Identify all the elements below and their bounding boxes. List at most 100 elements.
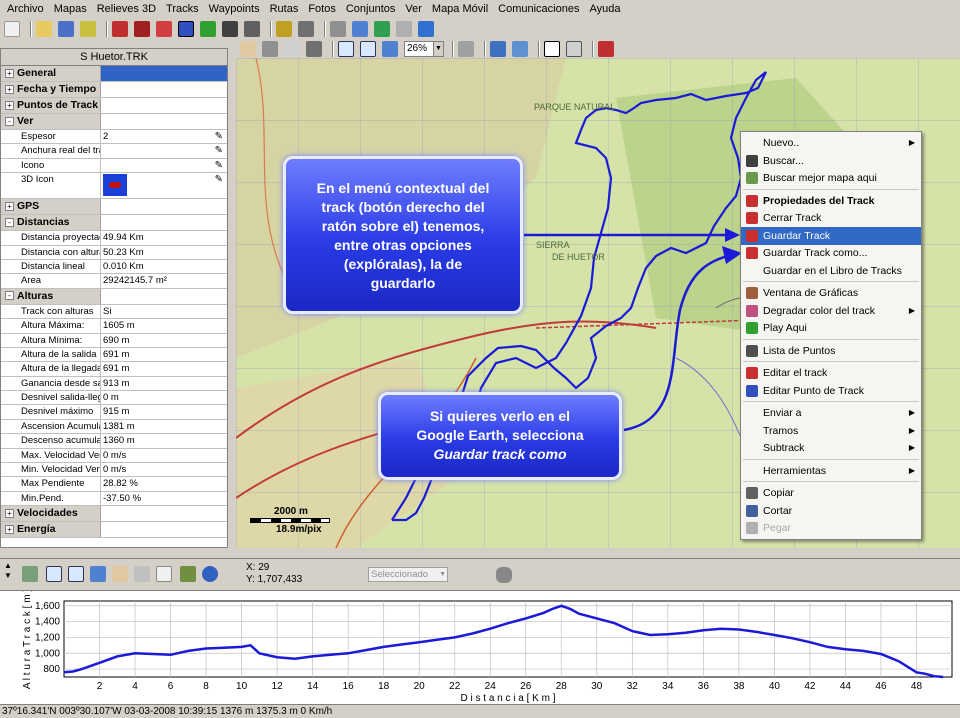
context-menu-item[interactable]: Tramos ▶ bbox=[741, 422, 921, 440]
menu-item-11[interactable]: Ayuda bbox=[584, 0, 625, 18]
elevation-profile[interactable]: 800 1,000 1,200 1,400 1,600 2 4 6 8 10 12 14 16 18 20 2… bbox=[0, 589, 960, 705]
photo-icon[interactable] bbox=[298, 21, 314, 37]
menu-item-10[interactable]: Comunicaciones bbox=[493, 0, 584, 18]
collapse-icon[interactable]: - bbox=[5, 217, 14, 227]
select-icon[interactable] bbox=[262, 41, 278, 57]
expand-icon[interactable]: + bbox=[5, 508, 14, 518]
menu-item-2[interactable]: Relieves 3D bbox=[92, 0, 161, 18]
menu-item-7[interactable]: Conjuntos bbox=[341, 0, 401, 18]
context-menu-item[interactable]: Guardar en el Libro de Tracks bbox=[741, 262, 921, 280]
series-select[interactable]: Seleccionado ▼ bbox=[368, 567, 448, 582]
property-group[interactable]: + General bbox=[1, 66, 227, 82]
zoom-in-icon[interactable] bbox=[338, 41, 354, 57]
property-row[interactable]: Ganancia desde salida913 m bbox=[1, 376, 227, 392]
context-menu-item[interactable]: Cortar bbox=[741, 502, 921, 520]
property-value[interactable]: 49.94 Km bbox=[101, 231, 227, 244]
property-value[interactable]: ✎ bbox=[101, 144, 227, 157]
property-row[interactable]: Area 29242145.7 m² bbox=[1, 274, 227, 289]
property-value[interactable]: 691 m bbox=[101, 362, 227, 375]
zoom-in-icon[interactable] bbox=[46, 566, 62, 582]
property-row[interactable]: Distancia con alturas 50.23 Km bbox=[1, 245, 227, 260]
menu-item-0[interactable]: Archivo bbox=[2, 0, 49, 18]
pencil-icon[interactable]: ✎ bbox=[215, 144, 223, 157]
excel-icon[interactable] bbox=[374, 21, 390, 37]
property-value[interactable] bbox=[101, 522, 227, 538]
pointer-icon[interactable] bbox=[156, 566, 172, 582]
property-value[interactable] bbox=[101, 82, 227, 97]
hand-pan-icon[interactable] bbox=[112, 566, 128, 582]
property-group[interactable]: + Fecha y Tiempo bbox=[1, 82, 227, 98]
property-row[interactable]: Max. Velocidad Vertical0 m/s bbox=[1, 448, 227, 464]
elevation-chart[interactable]: 8001,0001,2001,4001,6002 4 6 8 10 12 14 16 18 20 2… bbox=[0, 589, 960, 705]
property-row[interactable]: Desnivel máximo 915 m bbox=[1, 405, 227, 420]
arrow-up-icon[interactable]: ▲ bbox=[4, 561, 12, 570]
property-group[interactable]: - Alturas bbox=[1, 288, 227, 305]
property-value[interactable]: Si bbox=[101, 305, 227, 318]
property-value[interactable]: 29242145.7 m² bbox=[101, 274, 227, 287]
context-menu-item[interactable]: Play Aqui bbox=[741, 319, 921, 337]
pencil-icon[interactable]: ✎ bbox=[215, 159, 223, 172]
new-icon[interactable] bbox=[4, 21, 20, 37]
collapse-icon[interactable]: - bbox=[5, 291, 14, 301]
property-row[interactable]: Espesor 2 ✎ bbox=[1, 130, 227, 145]
track-open-icon[interactable] bbox=[112, 21, 128, 37]
zoom-select[interactable]: 26% ▼ bbox=[404, 41, 444, 57]
menu-item-6[interactable]: Fotos bbox=[303, 0, 341, 18]
zoom-refresh-icon[interactable] bbox=[382, 41, 398, 57]
context-menu-item[interactable]: Editar el track bbox=[741, 364, 921, 382]
ruler-icon[interactable] bbox=[396, 21, 412, 37]
property-value[interactable]: 0 m/s bbox=[101, 463, 227, 476]
expand-icon[interactable]: + bbox=[5, 100, 14, 110]
property-row[interactable]: Min. Velocidad Vertical0 m/s bbox=[1, 463, 227, 478]
property-value[interactable] bbox=[101, 199, 227, 215]
property-value[interactable]: ✎ bbox=[101, 173, 227, 198]
property-value[interactable]: -37.50 % bbox=[101, 492, 227, 505]
track-close-icon[interactable] bbox=[134, 21, 150, 37]
property-row[interactable]: Min.Pend. -37.50 % bbox=[1, 491, 227, 507]
export-icon[interactable] bbox=[352, 21, 368, 37]
open-map-icon[interactable] bbox=[36, 21, 52, 37]
menu-item-4[interactable]: Waypoints bbox=[204, 0, 265, 18]
property-row[interactable]: 3D Icon ✎ bbox=[1, 173, 227, 200]
property-value[interactable]: 28.82 % bbox=[101, 477, 227, 490]
3d-icon-preview[interactable] bbox=[103, 174, 127, 197]
property-value[interactable]: 2 ✎ bbox=[101, 130, 227, 143]
property-group[interactable]: + Energía bbox=[1, 522, 227, 539]
zoom-box-icon[interactable] bbox=[90, 566, 106, 582]
play-icon[interactable] bbox=[222, 21, 238, 37]
context-menu-item[interactable]: Propiedades del Track bbox=[741, 192, 921, 210]
property-row[interactable]: Altura Mínima: 690 m bbox=[1, 333, 227, 348]
property-group[interactable]: + Puntos de Track bbox=[1, 98, 227, 114]
property-value[interactable] bbox=[101, 114, 227, 129]
help-icon[interactable] bbox=[418, 21, 434, 37]
menu-item-9[interactable]: Mapa Móvil bbox=[427, 0, 493, 18]
property-value[interactable]: 50.23 Km bbox=[101, 246, 227, 259]
grid-toggle-icon[interactable] bbox=[544, 41, 560, 57]
property-row[interactable]: Anchura real del track ✎ bbox=[1, 144, 227, 159]
context-menu-item[interactable]: Buscar mejor mapa aqui bbox=[741, 169, 921, 187]
property-row[interactable]: Icono ✎ bbox=[1, 158, 227, 174]
window-icon[interactable] bbox=[512, 41, 528, 57]
track-edit-icon[interactable] bbox=[156, 21, 172, 37]
property-value[interactable]: 0 m bbox=[101, 391, 227, 404]
context-menu-item[interactable]: Editar Punto de Track bbox=[741, 382, 921, 400]
property-value[interactable]: 691 m bbox=[101, 348, 227, 361]
profile-edit-icon[interactable] bbox=[180, 566, 196, 582]
property-value[interactable] bbox=[101, 215, 227, 231]
expand-icon[interactable]: + bbox=[5, 84, 14, 94]
context-menu-item[interactable]: Enviar a ▶ bbox=[741, 404, 921, 422]
zoom-out-icon[interactable] bbox=[68, 566, 84, 582]
property-group[interactable]: - Ver bbox=[1, 114, 227, 130]
property-group[interactable]: - Distancias bbox=[1, 215, 227, 232]
property-value[interactable]: ✎ bbox=[101, 159, 227, 172]
rotate-icon[interactable] bbox=[284, 41, 300, 57]
clock-icon[interactable] bbox=[202, 566, 218, 582]
record-icon[interactable] bbox=[200, 21, 216, 37]
property-value[interactable] bbox=[101, 66, 227, 81]
expand-icon[interactable]: + bbox=[5, 524, 14, 534]
menu-item-5[interactable]: Rutas bbox=[265, 0, 304, 18]
property-row[interactable]: Desnivel salida-llegada0 m bbox=[1, 391, 227, 406]
property-row[interactable]: Max Pendiente 28.82 % bbox=[1, 477, 227, 492]
context-menu-item[interactable]: Ventana de Gráficas bbox=[741, 284, 921, 302]
zoom-out-icon[interactable] bbox=[360, 41, 376, 57]
